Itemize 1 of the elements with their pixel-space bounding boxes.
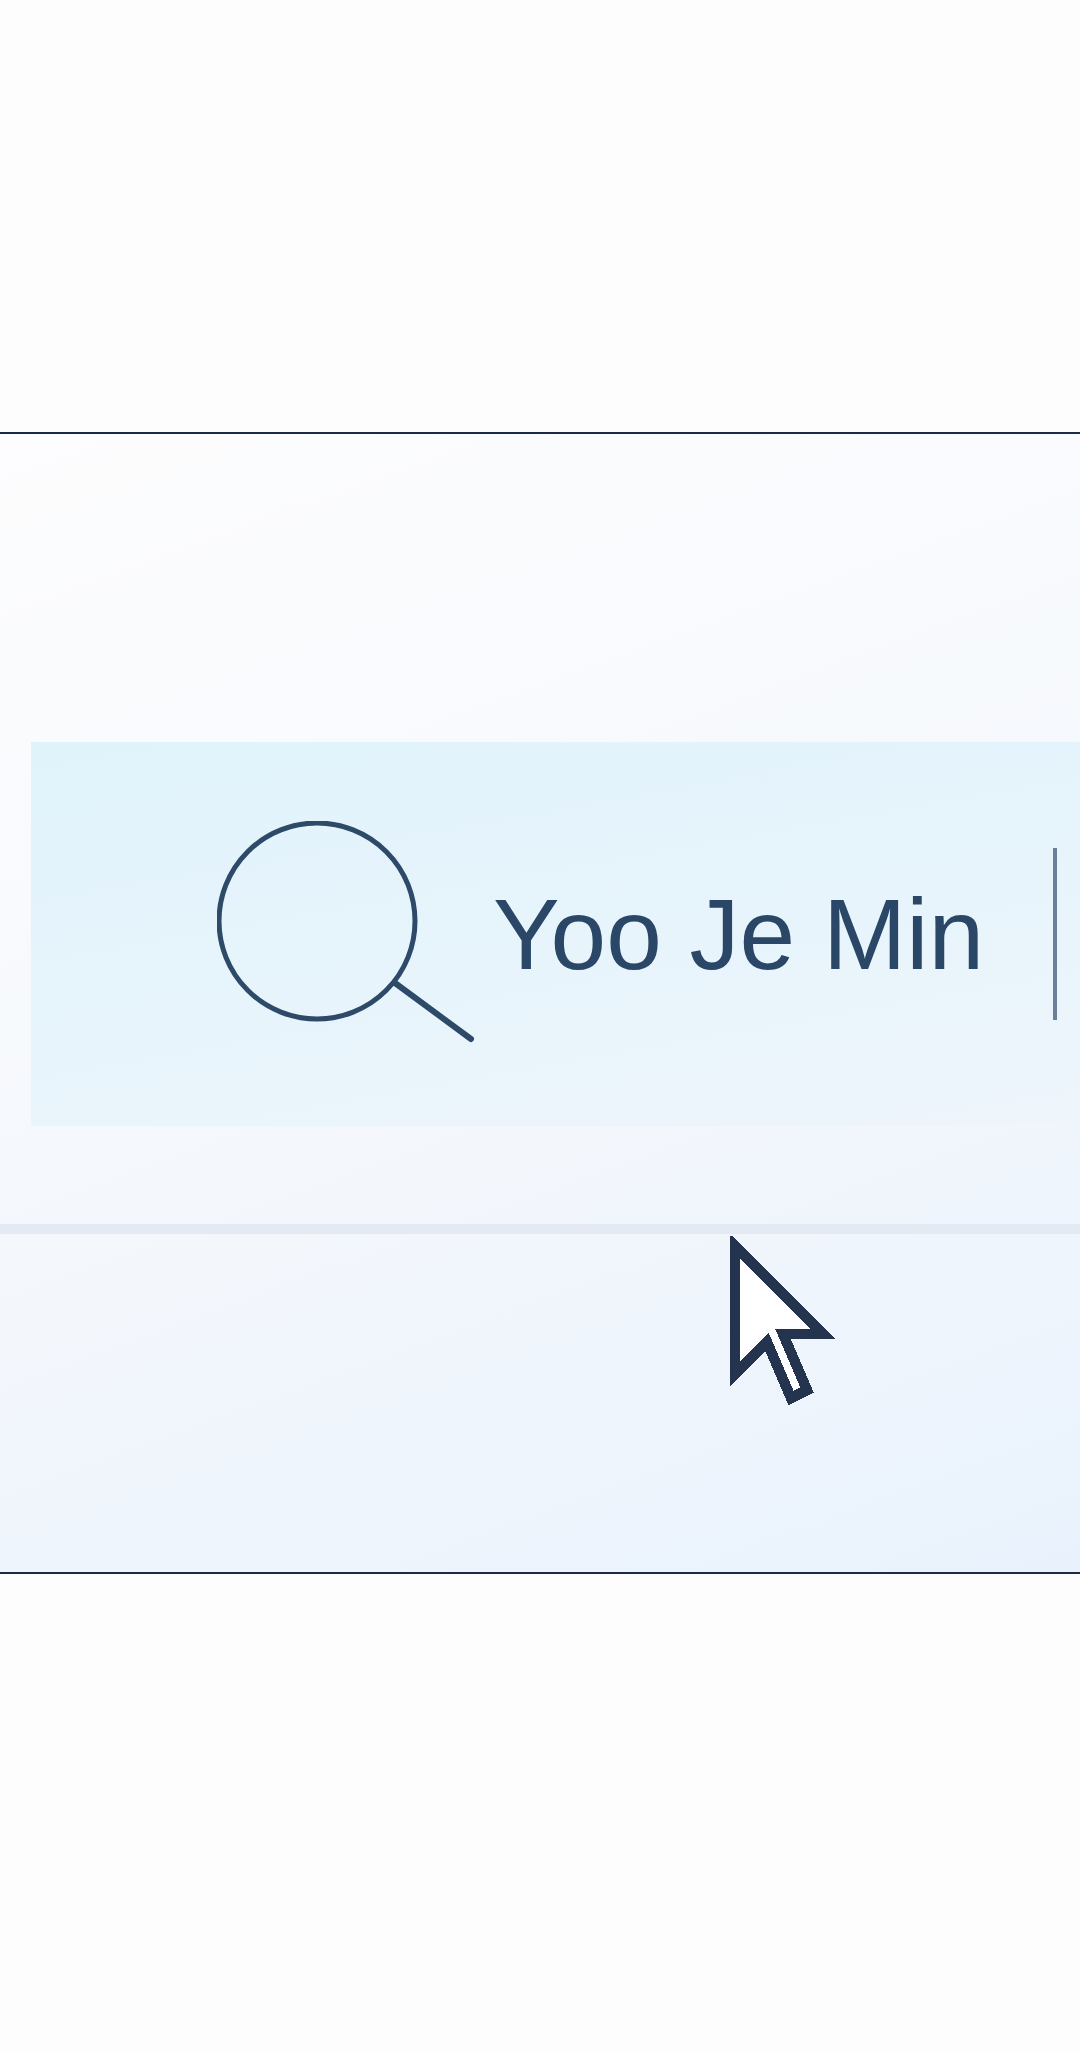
search-field[interactable]: Yoo Je Min — [493, 859, 1013, 1009]
